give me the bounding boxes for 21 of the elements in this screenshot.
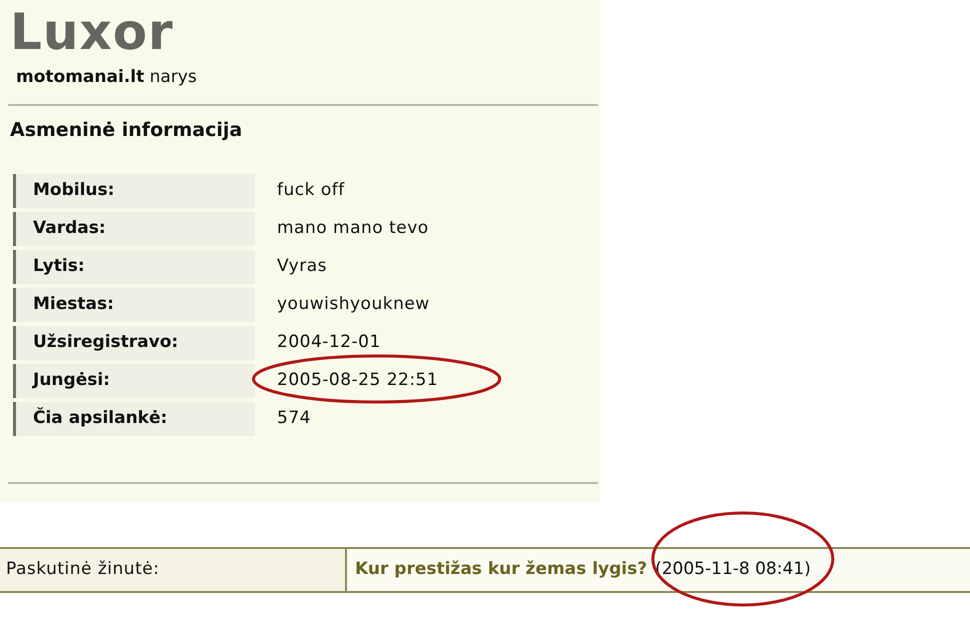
field-value: 2004-12-01 [277,331,381,354]
field-label: Jungėsi: [13,364,255,398]
field-label: Miestas: [13,288,255,322]
field-label: Čia apsilankė: [13,402,255,436]
site-name: motomanai.lt [16,67,144,87]
field-value: youwishyouknew [277,293,430,316]
post-link[interactable]: Kur prestižas kur žemas lygis? [355,557,648,583]
field-value: 2005-08-25 22:51 [277,368,438,394]
member-role: narys [150,67,197,87]
field-label: Užsiregistravo: [13,326,255,360]
field-label: Mobilus: [13,174,255,208]
field-value: Vyras [277,255,327,278]
field-label: Lytis: [13,250,255,284]
field-value: 574 [277,407,311,430]
username: Luxor [10,2,175,62]
post-date: (2005-11-8 08:41) [655,557,811,583]
section-title: Asmeninė informacija [10,118,244,142]
field-value: mano mano tevo [277,217,429,240]
field-value: fuck off [277,179,345,202]
field-label: Vardas: [13,212,255,246]
last-post-label: Paskutinė žinutė: [0,549,347,591]
